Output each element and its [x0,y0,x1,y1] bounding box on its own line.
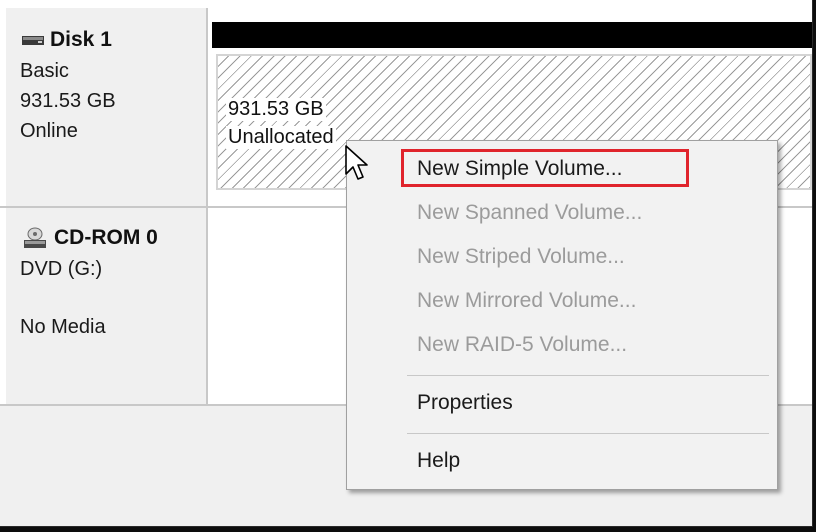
menu-item-new-spanned-volume[interactable]: New Spanned Volume... [417,201,642,225]
menu-item-new-mirrored-volume[interactable]: New Mirrored Volume... [417,289,636,313]
disk1-title: Disk 1 [22,28,112,52]
disk1-status: Online [20,120,78,142]
menu-separator [407,375,769,376]
menu-item-new-raid5-volume[interactable]: New RAID-5 Volume... [417,333,627,357]
disk1-name: Disk 1 [50,28,112,51]
hard-disk-icon [22,35,44,45]
disk1-type: Basic [20,60,69,82]
mouse-cursor-icon [344,144,370,182]
menu-separator [407,433,769,434]
disk1-size: 931.53 GB [20,90,116,112]
cdrom-type: DVD (G:) [20,258,103,280]
menu-item-properties[interactable]: Properties [417,391,513,415]
menu-item-new-simple-volume[interactable]: New Simple Volume... [417,157,622,181]
cdrom-name: CD-ROM 0 [54,226,158,249]
cd-drive-icon [22,227,48,249]
cdrom-title: CD-ROM 0 [22,226,158,250]
menu-item-help[interactable]: Help [417,449,460,473]
partition-header-bar [212,22,812,48]
disk1-label-panel[interactable]: Disk 1 Basic 931.53 GB Online [6,8,208,206]
context-menu: New Simple Volume... New Spanned Volume.… [346,140,778,490]
menu-item-new-striped-volume[interactable]: New Striped Volume... [417,245,625,269]
cdrom-label-panel[interactable]: CD-ROM 0 DVD (G:) No Media [6,208,208,404]
cdrom-status: No Media [20,316,106,338]
partition-state: Unallocated [226,126,336,149]
partition-size: 931.53 GB [226,98,326,121]
